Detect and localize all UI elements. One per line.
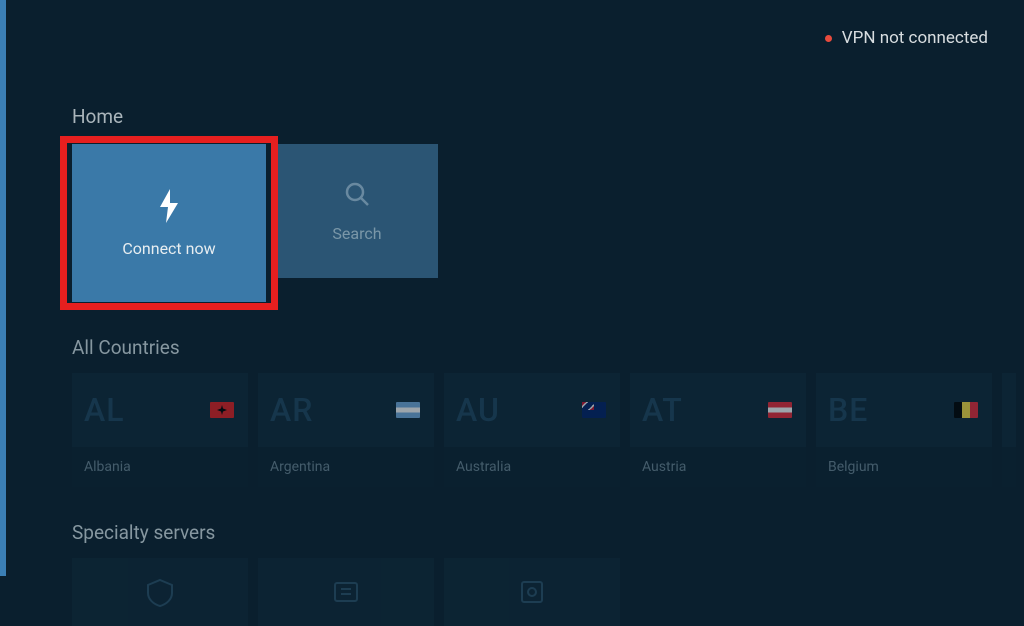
flag-australia-icon bbox=[582, 402, 606, 418]
left-accent-bar bbox=[0, 0, 6, 576]
vpn-status: VPN not connected bbox=[825, 28, 988, 48]
specialty-card[interactable] bbox=[72, 558, 248, 626]
search-icon bbox=[343, 180, 371, 208]
country-card-argentina[interactable]: AR Argentina bbox=[258, 373, 434, 487]
country-code: BE bbox=[828, 391, 868, 429]
country-card-australia[interactable]: AU Australia bbox=[444, 373, 620, 487]
country-name: Albania bbox=[72, 447, 248, 487]
search-label: Search bbox=[332, 224, 381, 243]
flag-belgium-icon bbox=[954, 402, 978, 418]
specialty-icon bbox=[143, 577, 177, 607]
section-home-title: Home bbox=[72, 105, 1024, 128]
section-countries-title: All Countries bbox=[72, 336, 1024, 359]
vpn-status-text: VPN not connected bbox=[842, 28, 988, 48]
country-code: AU bbox=[456, 391, 500, 429]
section-specialty-title: Specialty servers bbox=[72, 521, 1024, 544]
country-code: AR bbox=[270, 391, 313, 429]
country-name: Austria bbox=[630, 447, 806, 487]
country-code: AL bbox=[84, 391, 125, 429]
lightning-icon bbox=[157, 189, 181, 223]
country-name: Belgium bbox=[816, 447, 992, 487]
connect-now-card[interactable]: Connect now bbox=[72, 144, 266, 302]
country-name: Argentina bbox=[258, 447, 434, 487]
specialty-row[interactable] bbox=[72, 558, 1024, 626]
country-code: AT bbox=[642, 391, 683, 429]
specialty-icon bbox=[515, 577, 549, 607]
search-card[interactable]: Search bbox=[276, 144, 438, 278]
country-card-peek[interactable] bbox=[1002, 373, 1016, 487]
connect-now-label: Connect now bbox=[122, 239, 215, 258]
country-card-albania[interactable]: AL Albania bbox=[72, 373, 248, 487]
flag-austria-icon bbox=[768, 402, 792, 418]
country-name: Australia bbox=[444, 447, 620, 487]
status-dot-icon bbox=[825, 35, 832, 42]
flag-argentina-icon bbox=[396, 402, 420, 418]
countries-row[interactable]: AL Albania AR Argentina AU Australia AT bbox=[72, 373, 1024, 487]
country-card-austria[interactable]: AT Austria bbox=[630, 373, 806, 487]
flag-albania-icon bbox=[210, 402, 234, 418]
specialty-icon bbox=[329, 577, 363, 607]
specialty-card[interactable] bbox=[444, 558, 620, 626]
specialty-card[interactable] bbox=[258, 558, 434, 626]
country-card-belgium[interactable]: BE Belgium bbox=[816, 373, 992, 487]
